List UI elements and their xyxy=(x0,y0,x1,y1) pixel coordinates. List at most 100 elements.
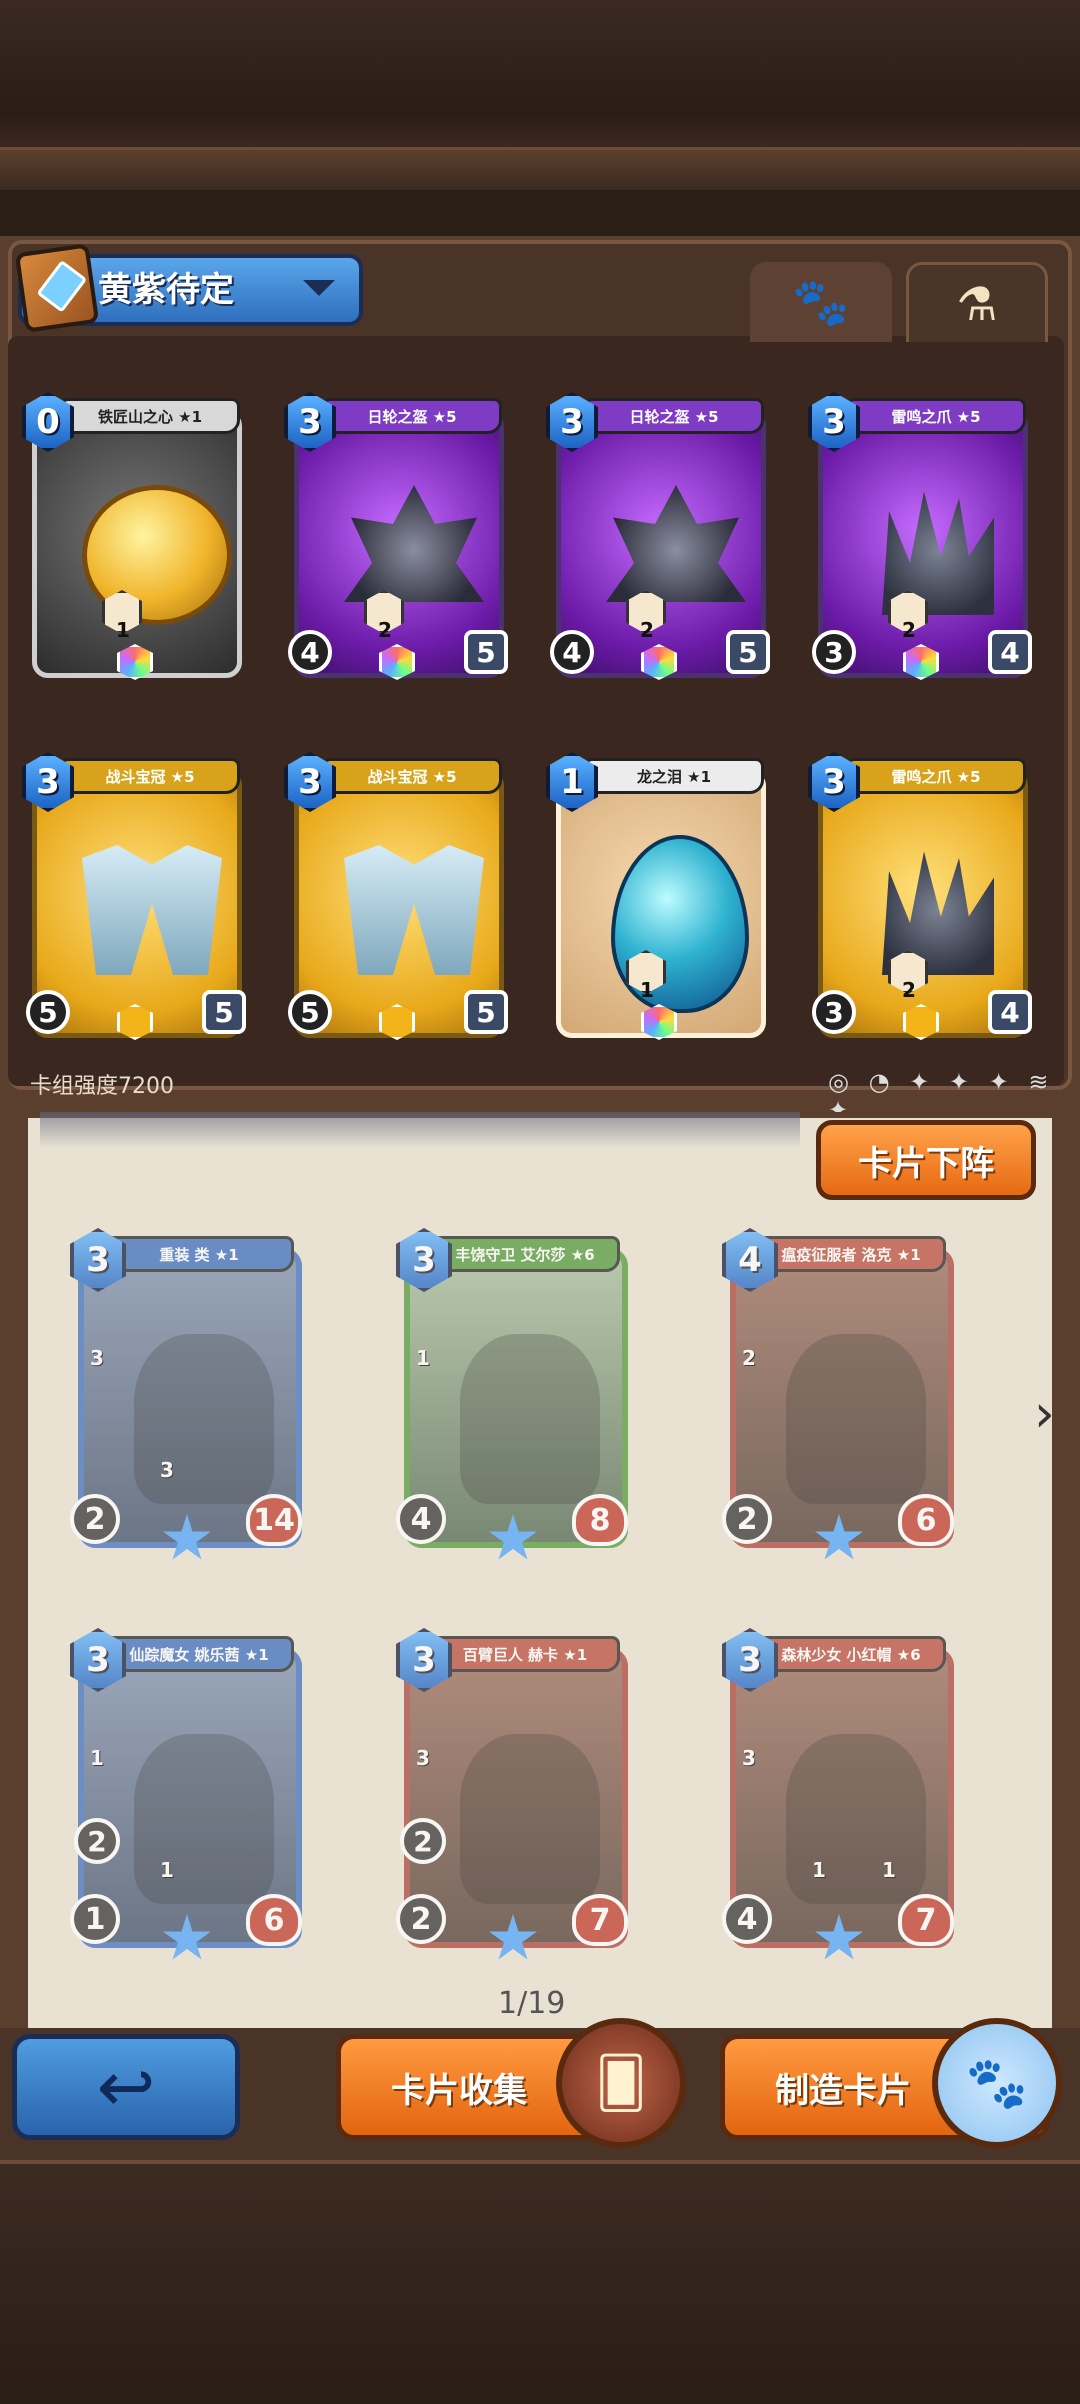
card-art xyxy=(882,851,994,975)
remove-card-button[interactable]: 卡片下阵 xyxy=(816,1120,1036,1200)
collection-card[interactable]: 百臂巨人 赫卡 ★1 3 2 2 7 3 xyxy=(396,1628,628,1960)
tab-creatures[interactable]: 🐾 xyxy=(750,262,892,342)
card-name: 丰饶守卫 艾尔莎 ★6 xyxy=(430,1236,620,1272)
previous-row-peek xyxy=(40,1112,800,1148)
card-attack: 4 xyxy=(722,1894,772,1944)
chevron-down-icon[interactable] xyxy=(303,280,335,296)
card-name: 雷鸣之爪 ★5 xyxy=(846,398,1026,434)
card-left-stat: 5 xyxy=(26,990,70,1034)
trait-count: 3 xyxy=(742,1746,756,1770)
trait-count: 1 xyxy=(116,618,130,642)
deck-card[interactable]: 龙之泪 ★1 1 1 xyxy=(546,752,774,1044)
card-name: 仙踪魔女 姚乐茜 ★1 xyxy=(104,1636,294,1672)
card-name: 日轮之盔 ★5 xyxy=(322,398,502,434)
character-art xyxy=(134,1734,274,1904)
card-ability-stat: 2 xyxy=(400,1818,446,1864)
card-art xyxy=(344,845,484,975)
card-left-stat: 5 xyxy=(288,990,332,1034)
trait-count: 1 xyxy=(882,1858,896,1882)
top-background xyxy=(0,0,1080,190)
card-ability-stat: 2 xyxy=(74,1818,120,1864)
trait-count: 1 xyxy=(416,1346,430,1370)
character-art xyxy=(786,1734,926,1904)
card-health: 6 xyxy=(246,1894,302,1946)
paw-icon: 🐾 xyxy=(792,274,850,329)
card-attack: 1 xyxy=(70,1894,120,1944)
card-art xyxy=(882,491,994,615)
card-attack: 2 xyxy=(722,1494,772,1544)
tab-equipment[interactable]: ⚗ xyxy=(906,262,1048,342)
page-indicator: 1/19 xyxy=(498,1986,566,2021)
deck-card[interactable]: 战斗宝冠 ★5 3 5 5 xyxy=(22,752,250,1044)
card-name: 森林少女 小红帽 ★6 xyxy=(756,1636,946,1672)
card-body xyxy=(556,770,766,1038)
card-name: 铁匠山之心 ★1 xyxy=(60,398,240,434)
card-left-stat: 3 xyxy=(812,630,856,674)
trait-count: 1 xyxy=(812,1858,826,1882)
next-page-arrow-icon[interactable]: › xyxy=(1034,1384,1055,1444)
card-right-stat: 4 xyxy=(988,990,1032,1034)
card-name: 日轮之盔 ★5 xyxy=(584,398,764,434)
card-name: 瘟疫征服者 洛克 ★1 xyxy=(756,1236,946,1272)
card-attack: 2 xyxy=(70,1494,120,1544)
trait-count: 2 xyxy=(640,618,654,642)
card-attack: 4 xyxy=(396,1494,446,1544)
trait-count: 2 xyxy=(742,1346,756,1370)
back-arrow-icon: ↩ xyxy=(96,2046,156,2128)
card-left-stat: 3 xyxy=(812,990,856,1034)
collection-card[interactable]: 森林少女 小红帽 ★6 3 4 7 3 1 1 xyxy=(722,1628,954,1960)
trait-count: 3 xyxy=(160,1458,174,1482)
flask-icon: ⚗ xyxy=(956,276,998,331)
card-right-stat: 4 xyxy=(988,630,1032,674)
card-right-stat: 5 xyxy=(464,990,508,1034)
collection-card[interactable]: 仙踪魔女 姚乐茜 ★1 3 2 1 6 1 1 xyxy=(70,1628,302,1960)
deck-card[interactable]: 铁匠山之心 ★1 0 1 xyxy=(22,392,250,684)
card-health: 7 xyxy=(572,1894,628,1946)
card-right-stat: 5 xyxy=(202,990,246,1034)
deck-card[interactable]: 日轮之盔 ★5 3 4 5 2 xyxy=(284,392,512,684)
card-name: 战斗宝冠 ★5 xyxy=(322,758,502,794)
trait-count: 2 xyxy=(902,618,916,642)
card-attack: 2 xyxy=(396,1894,446,1944)
collection-card[interactable]: 重装 类 ★1 3 2 14 3 3 xyxy=(70,1228,302,1560)
trait-count: 1 xyxy=(640,978,654,1002)
collection-card[interactable]: 瘟疫征服者 洛克 ★1 4 2 6 2 xyxy=(722,1228,954,1560)
card-left-stat: 4 xyxy=(288,630,332,674)
card-art xyxy=(611,835,749,1013)
card-name: 百臂巨人 赫卡 ★1 xyxy=(430,1636,620,1672)
card-pack-icon[interactable]: 🂠 xyxy=(556,2018,686,2148)
trait-count: 2 xyxy=(378,618,392,642)
trait-count: 3 xyxy=(90,1346,104,1370)
trait-count: 2 xyxy=(902,978,916,1002)
deck-card[interactable]: 日轮之盔 ★5 3 4 5 2 xyxy=(546,392,774,684)
collection-card[interactable]: 丰饶守卫 艾尔莎 ★6 3 4 8 1 xyxy=(396,1228,628,1560)
deck-book-icon xyxy=(14,243,100,333)
back-button[interactable]: ↩ xyxy=(12,2034,240,2140)
card-art xyxy=(344,485,484,602)
card-right-stat: 5 xyxy=(726,630,770,674)
deck-strength: 卡组强度7200 xyxy=(30,1074,174,1099)
card-health: 7 xyxy=(898,1894,954,1946)
card-art xyxy=(82,845,222,975)
card-name: 重装 类 ★1 xyxy=(104,1236,294,1272)
character-art xyxy=(460,1334,600,1504)
card-left-stat: 4 xyxy=(550,630,594,674)
bottom-background xyxy=(0,2160,1080,2404)
potion-bottle-icon[interactable]: 🐾 xyxy=(932,2018,1062,2148)
trait-count: 1 xyxy=(160,1858,174,1882)
card-health: 6 xyxy=(898,1494,954,1546)
card-health: 8 xyxy=(572,1494,628,1546)
card-health: 14 xyxy=(246,1494,302,1546)
card-right-stat: 5 xyxy=(464,630,508,674)
card-name: 雷鸣之爪 ★5 xyxy=(846,758,1026,794)
character-art xyxy=(786,1334,926,1504)
card-name: 战斗宝冠 ★5 xyxy=(60,758,240,794)
deck-card[interactable]: 战斗宝冠 ★5 3 5 5 xyxy=(284,752,512,1044)
character-art xyxy=(134,1334,274,1504)
deck-name: 黄紫待定 xyxy=(98,270,234,310)
deck-card[interactable]: 雷鸣之爪 ★5 3 3 4 2 xyxy=(808,392,1036,684)
character-art xyxy=(460,1734,600,1904)
deck-card[interactable]: 雷鸣之爪 ★5 3 3 4 2 xyxy=(808,752,1036,1044)
trait-count: 3 xyxy=(416,1746,430,1770)
card-body xyxy=(32,410,242,678)
